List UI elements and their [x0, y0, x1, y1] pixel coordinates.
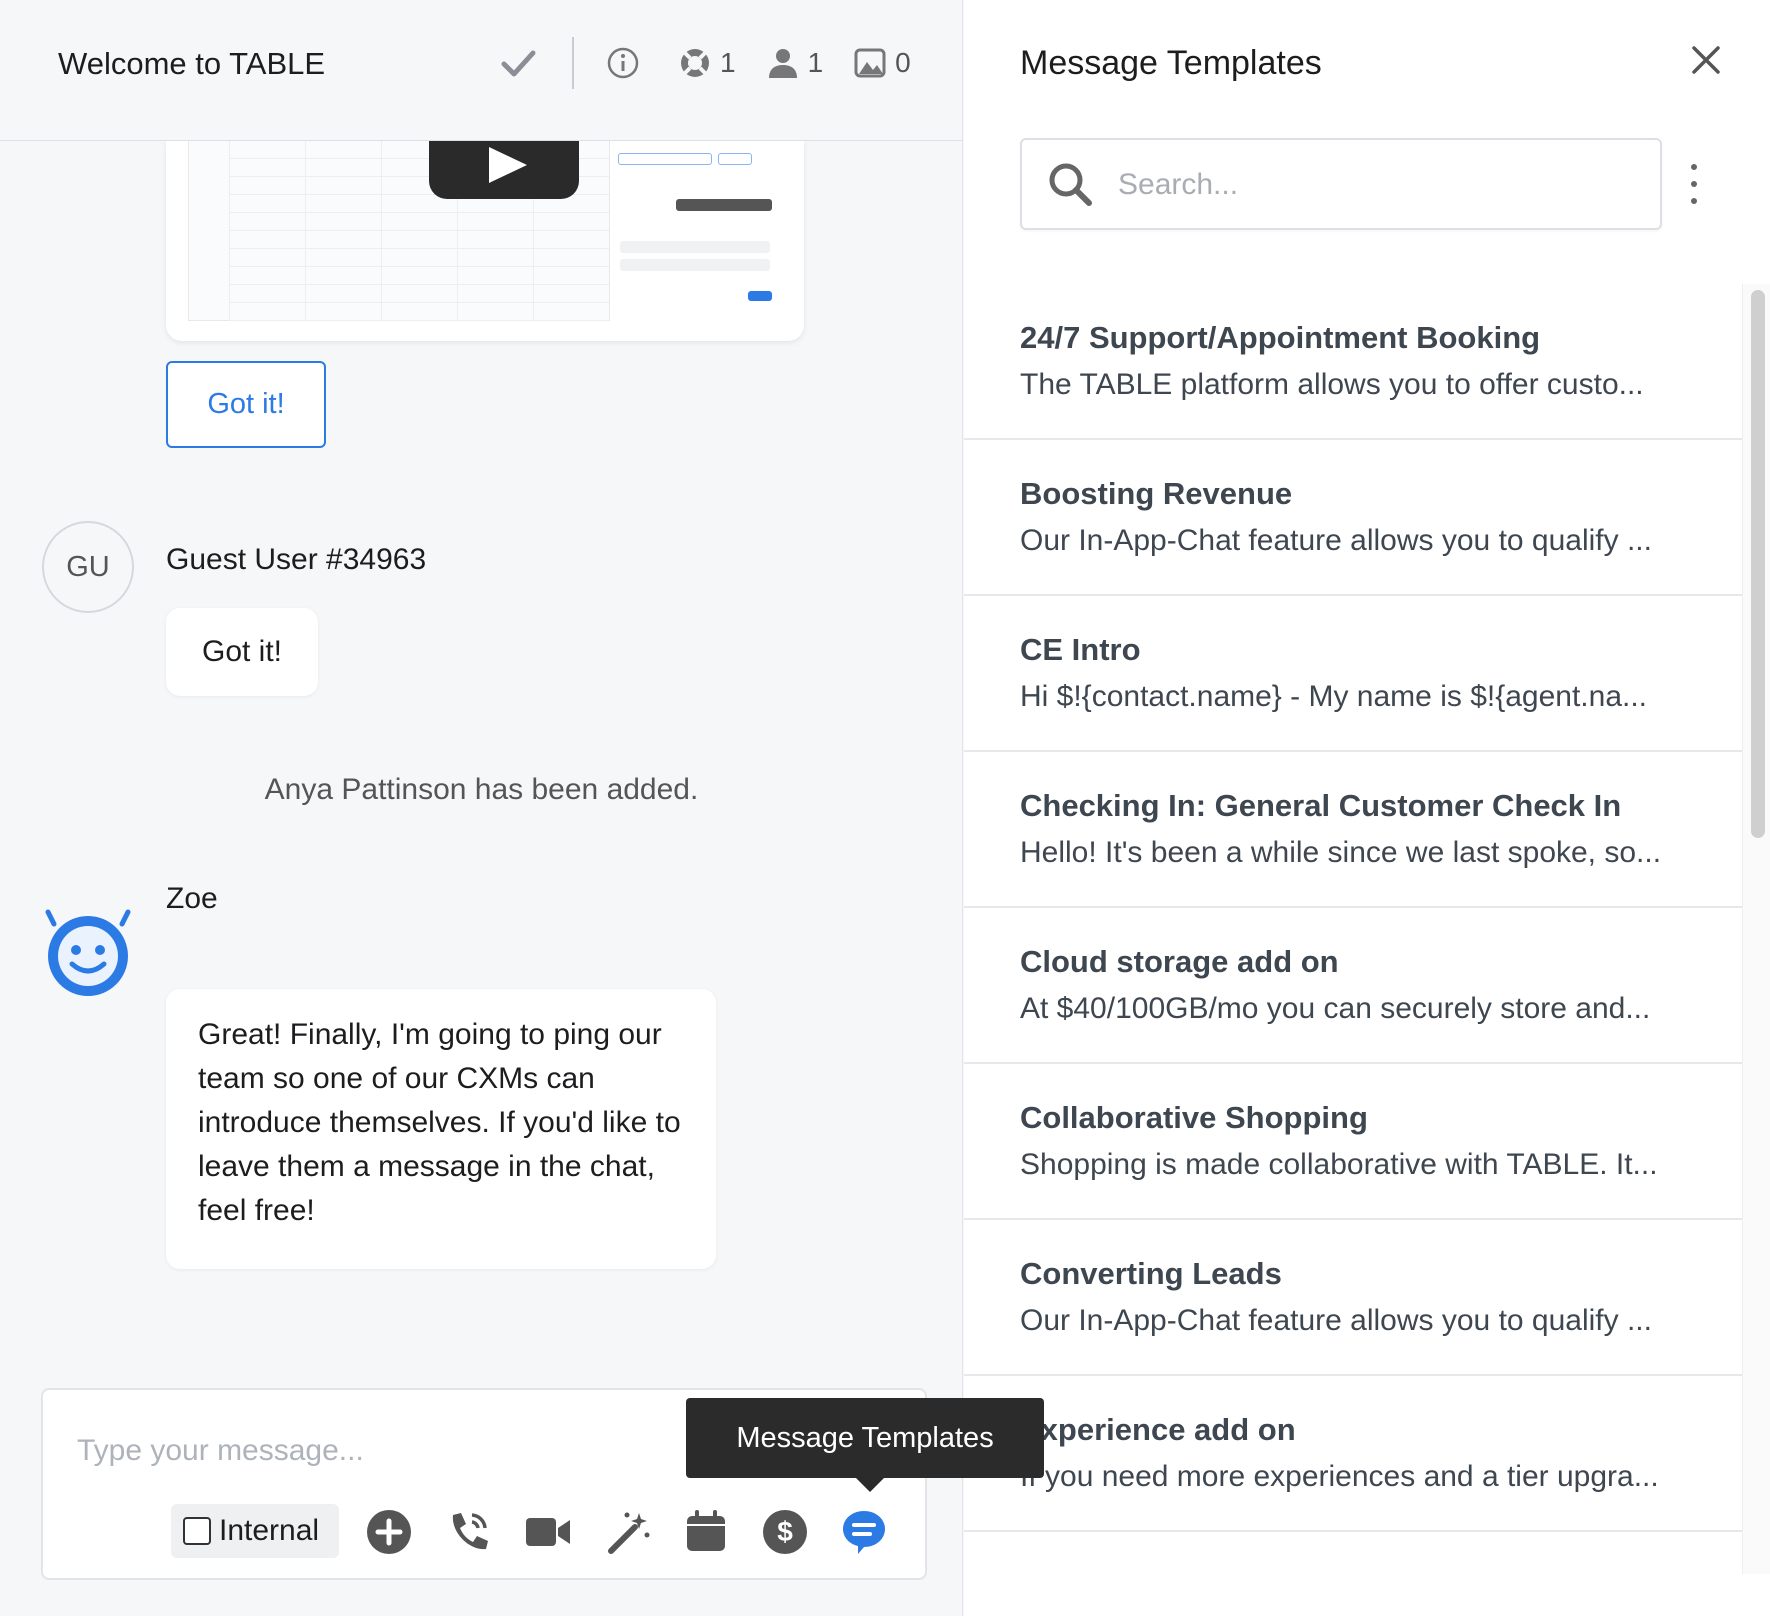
- system-message: Anya Pattinson has been added.: [264, 773, 699, 806]
- template-item[interactable]: Converting Leads Our In-App-Chat feature …: [964, 1220, 1742, 1376]
- chat-title: Welcome to TABLE: [58, 46, 326, 81]
- search-icon: [1049, 163, 1092, 206]
- video-play-button[interactable]: [429, 141, 579, 199]
- user-icon: [768, 49, 797, 78]
- template-title: Collaborative Shopping: [1020, 1100, 1368, 1135]
- scrollbar-thumb[interactable]: [1751, 290, 1765, 838]
- call-button[interactable]: [444, 1508, 492, 1556]
- video-chat-preview: [609, 141, 783, 321]
- template-snippet: Hi $!{contact.name} - My name is $!{agen…: [1020, 680, 1648, 713]
- template-title: Checking In: General Customer Check In: [1020, 788, 1622, 823]
- phone-icon: [452, 1513, 488, 1550]
- internal-checkbox[interactable]: [183, 1517, 211, 1545]
- template-snippet: At $40/100GB/mo you can securely store a…: [1020, 992, 1651, 1025]
- template-item[interactable]: 24/7 Support/Appointment Booking The TABL…: [964, 284, 1742, 440]
- magic-wand-button[interactable]: [604, 1508, 652, 1556]
- internal-label: Internal: [219, 1514, 320, 1547]
- internal-toggle[interactable]: Internal: [171, 1504, 339, 1558]
- bot-message-bubble: Great! Finally, I'm going to ping our te…: [166, 989, 716, 1269]
- template-snippet: Hello! It's been a while since we last s…: [1020, 836, 1662, 869]
- got-it-button[interactable]: Got it!: [166, 361, 326, 448]
- svg-text:$: $: [777, 1516, 793, 1547]
- video-call-button[interactable]: [524, 1508, 572, 1556]
- template-snippet: The TABLE platform allows you to offer c…: [1020, 368, 1644, 401]
- template-snippet: If you need more experiences and a tier …: [1020, 1460, 1659, 1493]
- message-templates-icon: [843, 1511, 885, 1554]
- magic-wand-icon: [608, 1512, 650, 1554]
- calendar-button[interactable]: [682, 1508, 730, 1556]
- image-icon: [854, 48, 886, 78]
- template-item[interactable]: Checking In: General Customer Check In He…: [964, 752, 1742, 908]
- add-attachment-button[interactable]: [365, 1508, 413, 1556]
- video-icon: [526, 1518, 570, 1546]
- resolve-check-icon[interactable]: [498, 43, 538, 83]
- chat-pane: Welcome to TABLE 1 1 0 Got it! GU Guest …: [0, 0, 963, 1616]
- tickets-button[interactable]: 1: [678, 46, 736, 80]
- calendar-icon: [687, 1510, 725, 1551]
- template-title: Converting Leads: [1020, 1256, 1282, 1291]
- template-snippet: Our In-App-Chat feature allows you to qu…: [1020, 524, 1652, 557]
- video-preview-card[interactable]: [166, 141, 804, 341]
- info-icon: [607, 47, 639, 79]
- dollar-icon: $: [763, 1510, 807, 1554]
- template-item[interactable]: Experience add on If you need more experi…: [964, 1376, 1742, 1532]
- more-options-icon[interactable]: [1686, 164, 1702, 204]
- template-snippet: Shopping is made collaborative with TABL…: [1020, 1148, 1658, 1181]
- payment-button[interactable]: $: [761, 1508, 809, 1556]
- chat-messages: Got it! GU Guest User #34963 Got it! Any…: [0, 141, 962, 1371]
- template-item[interactable]: CE Intro Hi $!{contact.name} - My name is…: [964, 596, 1742, 752]
- info-button[interactable]: [606, 46, 648, 80]
- template-item[interactable]: Boosting Revenue Our In-App-Chat feature …: [964, 440, 1742, 596]
- media-count: 0: [895, 47, 911, 78]
- guest-message-bubble: Got it!: [166, 608, 318, 696]
- message-templates-tooltip: Message Templates: [686, 1398, 1044, 1492]
- template-title: Boosting Revenue: [1020, 476, 1293, 511]
- templates-title: Message Templates: [1020, 44, 1322, 82]
- templates-scrollbar[interactable]: [1742, 284, 1770, 1574]
- close-icon[interactable]: [1686, 40, 1726, 80]
- template-title: Experience add on: [1020, 1412, 1296, 1447]
- lifebuoy-icon: [681, 49, 709, 77]
- message-templates-panel: Message Templates 24/7 Support/Appointme…: [964, 0, 1770, 1616]
- video-thumbnail: [188, 141, 783, 321]
- bot-avatar-icon: [45, 909, 131, 996]
- chat-header: Welcome to TABLE 1 1 0: [0, 0, 962, 141]
- header-actions: 1 1 0: [498, 37, 941, 89]
- template-item[interactable]: Cloud storage add on At $40/100GB/mo you …: [964, 908, 1742, 1064]
- template-item[interactable]: Collaborative Shopping Shopping is made c…: [964, 1064, 1742, 1220]
- message-templates-button[interactable]: [840, 1508, 888, 1556]
- header-divider: [572, 37, 574, 89]
- template-title: 24/7 Support/Appointment Booking: [1020, 320, 1541, 355]
- bot-name: Zoe: [166, 882, 218, 915]
- templates-search-input[interactable]: [1118, 160, 1638, 210]
- tickets-count: 1: [720, 47, 736, 78]
- participants-button[interactable]: 1: [766, 46, 824, 80]
- media-button[interactable]: 0: [853, 46, 911, 80]
- participants-count: 1: [807, 47, 824, 78]
- template-title: CE Intro: [1020, 632, 1141, 667]
- templates-list: 24/7 Support/Appointment Booking The TABL…: [964, 284, 1742, 1570]
- templates-search: [1020, 138, 1662, 230]
- template-title: Cloud storage add on: [1020, 944, 1339, 979]
- plus-icon: [367, 1510, 411, 1554]
- guest-avatar: GU: [42, 521, 134, 613]
- template-snippet: Our In-App-Chat feature allows you to qu…: [1020, 1304, 1652, 1337]
- guest-name: Guest User #34963: [166, 543, 427, 576]
